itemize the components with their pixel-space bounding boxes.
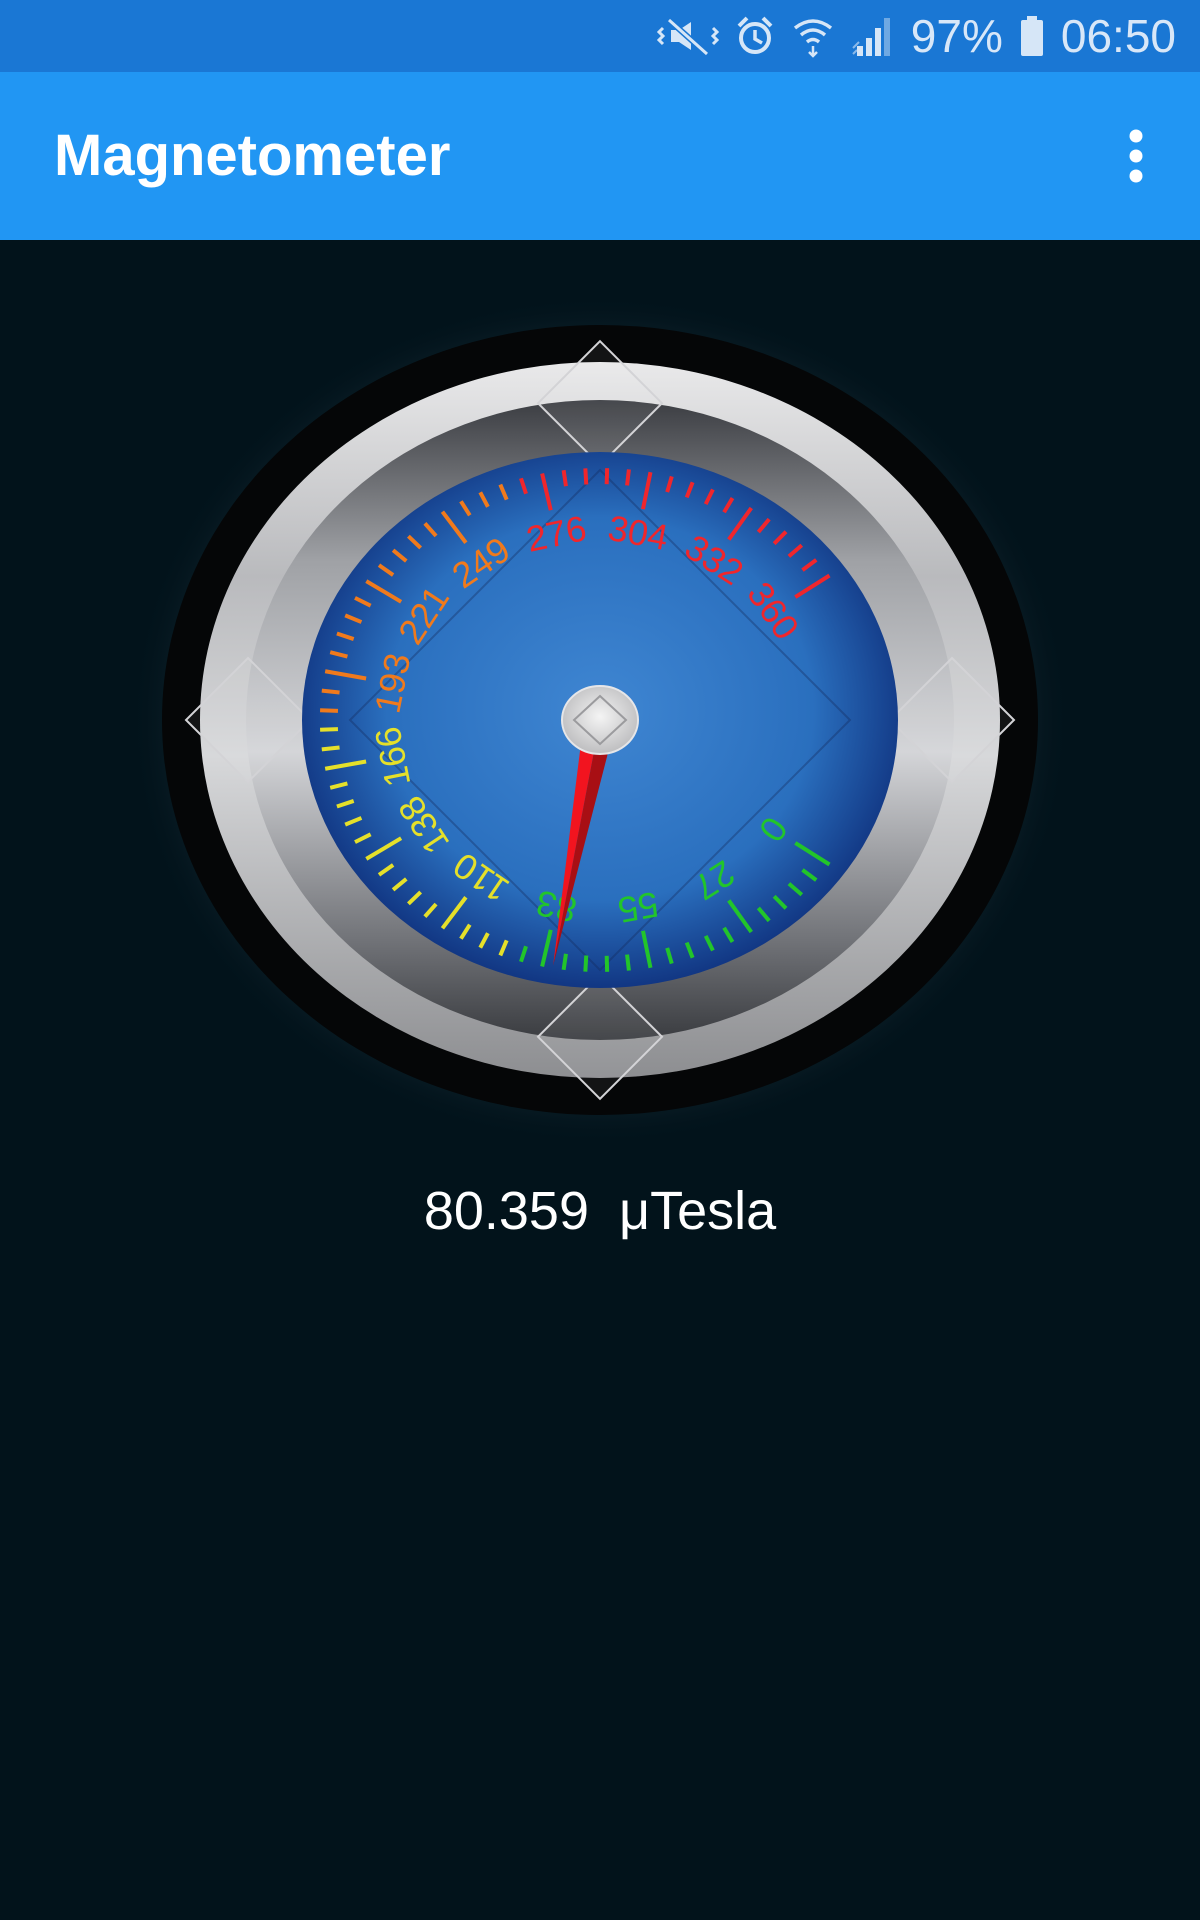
gauge-minor-tick	[321, 688, 340, 695]
alarm-icon	[735, 14, 775, 58]
gauge-minor-tick	[625, 954, 631, 971]
status-icons: 97% 06:50	[656, 0, 1176, 72]
gauge-minor-tick	[561, 469, 568, 487]
mute-vibrate-icon	[656, 14, 719, 58]
content-area: 0 27 55 83 110 138 166 193 221 249 276 304 332 360 80…	[0, 240, 1200, 1920]
battery-percent: 97%	[910, 10, 1003, 62]
gauge-minor-tick	[583, 955, 589, 972]
gauge-minor-tick	[320, 708, 339, 713]
status-bar: 97% 06:50	[0, 0, 1200, 72]
gauge: 0 27 55 83 110 138 166 193 221 249 276 304 332 360	[120, 280, 1080, 1160]
gauge-minor-tick	[320, 727, 339, 732]
app-title: Magnetometer	[54, 123, 451, 188]
battery-icon	[1019, 14, 1045, 58]
more-vert-icon	[1129, 129, 1143, 183]
signal-icon	[851, 14, 895, 58]
gauge-minor-tick	[561, 953, 568, 971]
gauge-minor-tick	[583, 468, 589, 485]
overflow-menu-button[interactable]	[1108, 120, 1164, 192]
app-bar: Magnetometer	[0, 72, 1200, 240]
reading-value: 80.359	[423, 1181, 589, 1241]
gauge-svg: 0275583110138166193221249 276 304 332360	[130, 295, 1070, 1145]
clock: 06:50	[1060, 10, 1176, 62]
gauge-minor-tick	[625, 469, 631, 486]
reading: 80.359 μTesla	[0, 1180, 1200, 1242]
reading-unit: μTesla	[619, 1181, 777, 1241]
gauge-scale-label: 55	[615, 884, 662, 932]
wifi-icon	[791, 14, 835, 58]
gauge-scale-label: 83	[532, 882, 580, 930]
gauge-minor-tick	[321, 745, 340, 752]
